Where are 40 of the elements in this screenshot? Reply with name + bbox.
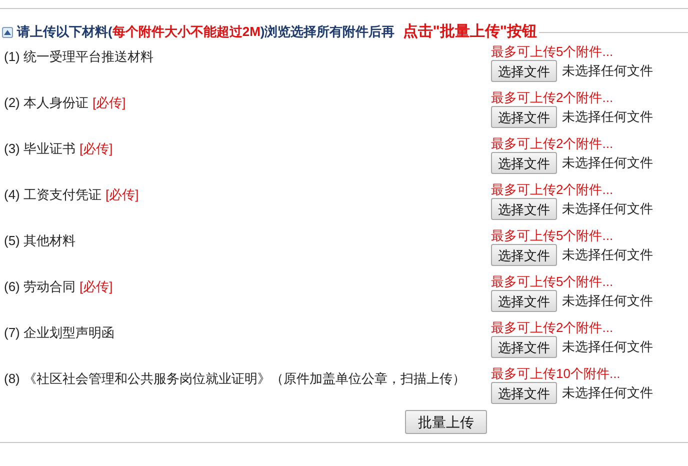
choose-file-button[interactable]: 选择文件: [491, 60, 557, 82]
material-label: (8) 《社区社会管理和公共服务岗位就业证明》（原件加盖单位公章，扫描上传）: [4, 371, 466, 386]
batch-upload-button[interactable]: 批量上传: [405, 410, 487, 434]
attachment-limit: 最多可上传10个附件...: [491, 366, 620, 382]
material-label: (3) 毕业证书: [4, 141, 76, 156]
attachment-limit: 最多可上传2个附件...: [491, 90, 614, 106]
attachment-limit: 最多可上传5个附件...: [491, 228, 614, 244]
attachment-limit: 最多可上传2个附件...: [491, 136, 614, 152]
required-tag: [必传]: [106, 187, 139, 202]
attachment-limit: 最多可上传2个附件...: [491, 182, 614, 198]
file-status: 未选择任何文件: [562, 246, 653, 264]
material-label: (2) 本人身份证: [4, 95, 88, 110]
attachment-limit: 最多可上传5个附件...: [491, 44, 614, 60]
required-tag: [必传]: [92, 95, 126, 110]
choose-file-button[interactable]: 选择文件: [491, 244, 557, 266]
collapse-toggle-icon[interactable]: [2, 26, 13, 38]
file-status: 未选择任何文件: [562, 200, 653, 218]
file-status: 未选择任何文件: [562, 108, 653, 126]
file-status: 未选择任何文件: [562, 384, 653, 402]
section-title: 请上传以下材料(每个附件大小不能超过2M)浏览选择所有附件后再: [17, 23, 395, 42]
required-tag: [必传]: [80, 141, 113, 156]
material-label: (4) 工资支付凭证: [4, 187, 102, 202]
file-status: 未选择任何文件: [562, 338, 653, 356]
choose-file-button[interactable]: 选择文件: [491, 106, 557, 128]
choose-file-button[interactable]: 选择文件: [491, 198, 557, 220]
material-label: (5) 其他材料: [4, 233, 76, 248]
material-label: (1) 统一受理平台推送材料: [4, 49, 154, 64]
file-status: 未选择任何文件: [562, 154, 653, 172]
required-tag: [必传]: [80, 279, 113, 294]
material-label: (6) 劳动合同: [4, 279, 76, 294]
choose-file-button[interactable]: 选择文件: [491, 152, 557, 174]
attachment-limit: 最多可上传5个附件...: [491, 274, 614, 290]
file-status: 未选择任何文件: [562, 292, 653, 310]
material-label: (7) 企业划型声明函: [4, 325, 114, 340]
choose-file-button[interactable]: 选择文件: [491, 382, 557, 404]
file-status: 未选择任何文件: [562, 62, 653, 80]
choose-file-button[interactable]: 选择文件: [491, 290, 557, 312]
instruction-text: 点击"批量上传"按钮: [402, 22, 537, 42]
choose-file-button[interactable]: 选择文件: [491, 336, 557, 358]
attachment-limit: 最多可上传2个附件...: [491, 320, 614, 336]
